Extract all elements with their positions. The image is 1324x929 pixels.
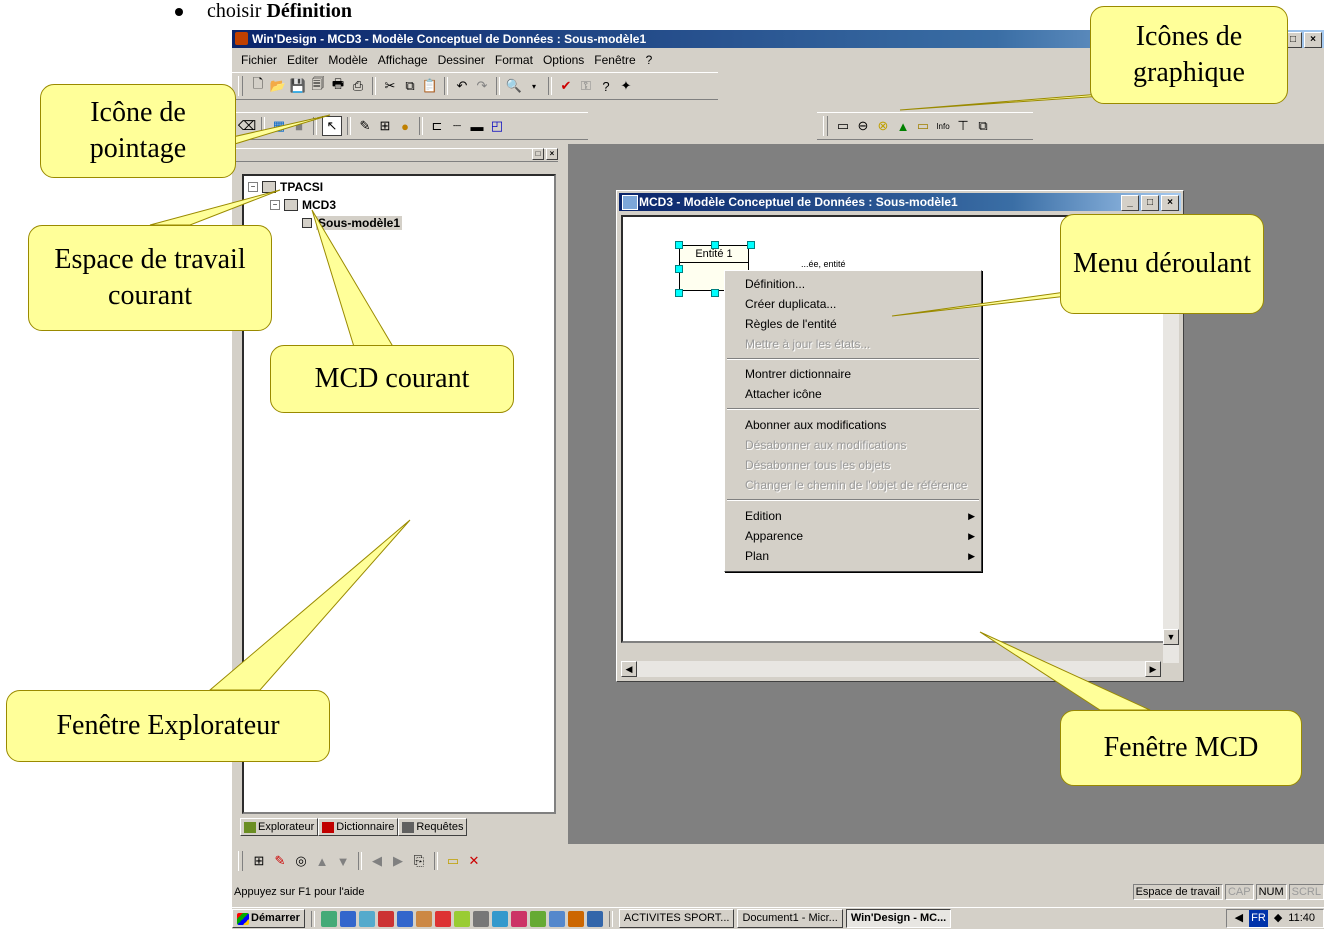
callout-espace-travail: Espace de travail courant bbox=[28, 225, 272, 331]
callout-fenetre-explorateur: Fenêtre Explorateur bbox=[6, 690, 330, 762]
callout-icones-graphique: Icônes de graphique bbox=[1090, 6, 1288, 104]
pointer-fenetre-explorateur bbox=[208, 519, 411, 691]
pointer-fenetre-mcd bbox=[979, 631, 1151, 711]
pointer-mcd-courant bbox=[311, 209, 396, 351]
callout-fenetre-mcd: Fenêtre MCD bbox=[1060, 710, 1302, 786]
callout-menu-deroulant: Menu déroulant bbox=[1060, 214, 1264, 314]
pointer-espace-travail bbox=[149, 189, 281, 226]
callout-icone-pointage: Icône de pointage bbox=[40, 84, 236, 178]
callout-mcd-courant: MCD courant bbox=[270, 345, 514, 413]
